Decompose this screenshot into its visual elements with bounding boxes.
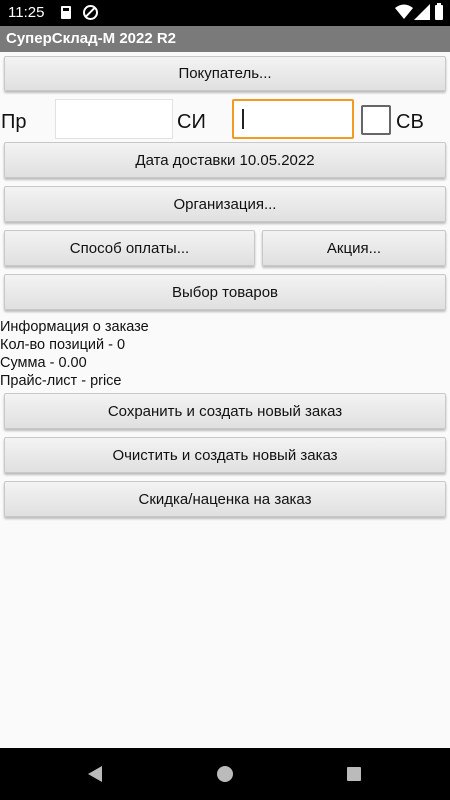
order-positions: Кол-во позиций - 0	[0, 337, 126, 353]
order-info-heading: Информация о заказе	[0, 319, 149, 335]
payment-method-button[interactable]: Способ оплаты...	[4, 230, 255, 266]
back-icon[interactable]	[88, 766, 102, 782]
select-goods-button[interactable]: Выбор товаров	[4, 274, 446, 310]
wifi-icon	[395, 4, 413, 19]
battery-icon	[435, 3, 443, 20]
sv-checkbox[interactable]	[361, 105, 391, 135]
save-new-order-button[interactable]: Сохранить и создать новый заказ	[4, 393, 446, 429]
si-input[interactable]	[232, 99, 354, 139]
organization-button[interactable]: Организация...	[4, 186, 446, 222]
app-title: СуперСклад-М 2022 R2	[6, 30, 177, 47]
home-icon[interactable]	[217, 766, 233, 782]
text-cursor	[242, 109, 244, 129]
delivery-date-button[interactable]: Дата доставки 10.05.2022	[4, 142, 446, 178]
status-time: 11:25	[8, 4, 45, 21]
label-si: СИ	[177, 111, 206, 133]
order-sum: Сумма - 0.00	[0, 355, 87, 371]
data-saver-icon	[83, 5, 98, 20]
pr-input[interactable]	[55, 99, 173, 139]
clear-new-order-button[interactable]: Очистить и создать новый заказ	[4, 437, 446, 473]
sd-card-icon	[61, 6, 71, 19]
label-sv: СВ	[396, 111, 424, 133]
discount-button[interactable]: Скидка/наценка на заказ	[4, 481, 446, 517]
navigation-bar	[0, 748, 450, 800]
promo-button[interactable]: Акция...	[262, 230, 446, 266]
recents-icon[interactable]	[347, 767, 361, 781]
cellular-signal-icon	[414, 4, 430, 20]
order-info: Информация о заказе Кол-во позиций - 0 С…	[0, 318, 149, 390]
status-bar: 11:25	[0, 0, 450, 26]
app-title-bar: СуперСклад-М 2022 R2	[0, 26, 450, 52]
order-price-list: Прайс-лист - price	[0, 373, 122, 389]
label-pr: Пр	[1, 111, 27, 133]
buyer-button[interactable]: Покупатель...	[4, 56, 446, 91]
